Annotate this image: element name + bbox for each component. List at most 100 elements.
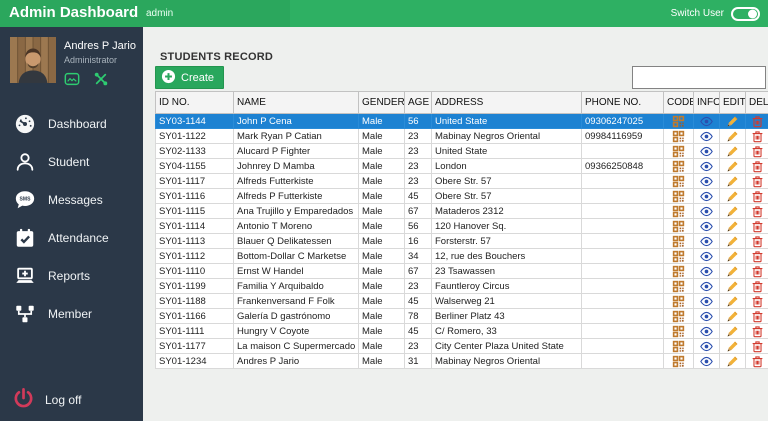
trash-icon[interactable] — [746, 204, 768, 219]
eye-icon[interactable] — [694, 114, 720, 129]
eye-icon[interactable] — [694, 324, 720, 339]
trash-icon[interactable] — [746, 279, 768, 294]
trash-icon[interactable] — [746, 294, 768, 309]
create-button[interactable]: Create — [155, 66, 224, 89]
qr-code-icon[interactable] — [664, 279, 694, 294]
qr-code-icon[interactable] — [664, 264, 694, 279]
eye-icon[interactable] — [694, 219, 720, 234]
trash-icon[interactable] — [746, 354, 768, 369]
trash-icon[interactable] — [746, 189, 768, 204]
pencil-icon[interactable] — [720, 279, 746, 294]
qr-code-icon[interactable] — [664, 129, 694, 144]
search-input[interactable] — [632, 66, 766, 89]
trash-icon[interactable] — [746, 309, 768, 324]
tools-icon[interactable] — [93, 71, 109, 92]
qr-code-icon[interactable] — [664, 204, 694, 219]
eye-icon[interactable] — [694, 279, 720, 294]
sidebar-item-attendance[interactable]: Attendance — [0, 219, 143, 257]
table-row[interactable]: SY01-1111 Hungry V Coyote Male 45 C/ Rom… — [156, 324, 768, 339]
qr-code-icon[interactable] — [664, 294, 694, 309]
pencil-icon[interactable] — [720, 189, 746, 204]
table-row[interactable]: SY01-1116 Alfreds P Futterkiste Male 45 … — [156, 189, 768, 204]
eye-icon[interactable] — [694, 129, 720, 144]
image-icon[interactable] — [64, 71, 80, 92]
switch-user-toggle[interactable] — [731, 7, 760, 21]
qr-code-icon[interactable] — [664, 339, 694, 354]
trash-icon[interactable] — [746, 324, 768, 339]
qr-code-icon[interactable] — [664, 174, 694, 189]
sidebar-item-member[interactable]: Member — [0, 295, 143, 333]
eye-icon[interactable] — [694, 339, 720, 354]
pencil-icon[interactable] — [720, 159, 746, 174]
eye-icon[interactable] — [694, 264, 720, 279]
eye-icon[interactable] — [694, 249, 720, 264]
eye-icon[interactable] — [694, 174, 720, 189]
table-row[interactable]: SY01-1177 La maison C Supermercado Male … — [156, 339, 768, 354]
eye-icon[interactable] — [694, 159, 720, 174]
column-header-code[interactable]: CODE — [664, 92, 694, 114]
trash-icon[interactable] — [746, 114, 768, 129]
trash-icon[interactable] — [746, 219, 768, 234]
table-row[interactable]: SY01-1112 Bottom-Dollar C Marketse Male … — [156, 249, 768, 264]
trash-icon[interactable] — [746, 264, 768, 279]
qr-code-icon[interactable] — [664, 219, 694, 234]
column-header-delete[interactable]: DELETE — [746, 92, 768, 114]
logoff-button[interactable]: Log off — [0, 387, 143, 413]
qr-code-icon[interactable] — [664, 309, 694, 324]
table-row[interactable]: SY01-1188 Frankenversand F Folk Male 45 … — [156, 294, 768, 309]
table-row[interactable]: SY01-1122 Mark Ryan P Catian Male 23 Mab… — [156, 129, 768, 144]
pencil-icon[interactable] — [720, 204, 746, 219]
pencil-icon[interactable] — [720, 219, 746, 234]
column-header-edit[interactable]: EDIT — [720, 92, 746, 114]
eye-icon[interactable] — [694, 204, 720, 219]
trash-icon[interactable] — [746, 159, 768, 174]
table-row[interactable]: SY01-1115 Ana Trujillo y Emparedados Mal… — [156, 204, 768, 219]
qr-code-icon[interactable] — [664, 249, 694, 264]
table-row[interactable]: SY03-1144 John P Cena Male 56 United Sta… — [156, 114, 768, 129]
sidebar-item-reports[interactable]: Reports — [0, 257, 143, 295]
trash-icon[interactable] — [746, 234, 768, 249]
pencil-icon[interactable] — [720, 129, 746, 144]
eye-icon[interactable] — [694, 309, 720, 324]
qr-code-icon[interactable] — [664, 159, 694, 174]
eye-icon[interactable] — [694, 144, 720, 159]
table-row[interactable]: SY04-1155 Johnrey D Mamba Male 23 London… — [156, 159, 768, 174]
qr-code-icon[interactable] — [664, 324, 694, 339]
eye-icon[interactable] — [694, 294, 720, 309]
table-row[interactable]: SY01-1117 Alfreds Futterkiste Male 23 Ob… — [156, 174, 768, 189]
pencil-icon[interactable] — [720, 324, 746, 339]
table-row[interactable]: SY01-1114 Antonio T Moreno Male 56 120 H… — [156, 219, 768, 234]
eye-icon[interactable] — [694, 189, 720, 204]
pencil-icon[interactable] — [720, 294, 746, 309]
qr-code-icon[interactable] — [664, 189, 694, 204]
table-row[interactable]: SY01-1234 Andres P Jario Male 31 Mabinay… — [156, 354, 768, 369]
sidebar-item-student[interactable]: Student — [0, 143, 143, 181]
sidebar-item-dashboard[interactable]: Dashboard — [0, 105, 143, 143]
pencil-icon[interactable] — [720, 234, 746, 249]
pencil-icon[interactable] — [720, 354, 746, 369]
column-header-gender[interactable]: GENDER — [359, 92, 405, 114]
eye-icon[interactable] — [694, 234, 720, 249]
qr-code-icon[interactable] — [664, 144, 694, 159]
eye-icon[interactable] — [694, 354, 720, 369]
column-header-phone[interactable]: PHONE NO. — [582, 92, 664, 114]
qr-code-icon[interactable] — [664, 234, 694, 249]
qr-code-icon[interactable] — [664, 114, 694, 129]
pencil-icon[interactable] — [720, 174, 746, 189]
sidebar-item-messages[interactable]: SMS Messages — [0, 181, 143, 219]
column-header-info[interactable]: INFO — [694, 92, 720, 114]
table-row[interactable]: SY02-1133 Alucard P Fighter Male 23 Unit… — [156, 144, 768, 159]
trash-icon[interactable] — [746, 144, 768, 159]
pencil-icon[interactable] — [720, 339, 746, 354]
table-row[interactable]: SY01-1166 Galería D gastrónomo Male 78 B… — [156, 309, 768, 324]
table-row[interactable]: SY01-1110 Ernst W Handel Male 67 23 Tsaw… — [156, 264, 768, 279]
trash-icon[interactable] — [746, 339, 768, 354]
pencil-icon[interactable] — [720, 249, 746, 264]
qr-code-icon[interactable] — [664, 354, 694, 369]
table-row[interactable]: SY01-1199 Familia Y Arquibaldo Male 23 F… — [156, 279, 768, 294]
trash-icon[interactable] — [746, 249, 768, 264]
column-header-name[interactable]: NAME — [234, 92, 359, 114]
pencil-icon[interactable] — [720, 114, 746, 129]
trash-icon[interactable] — [746, 129, 768, 144]
table-row[interactable]: SY01-1113 Blauer Q Delikatessen Male 16 … — [156, 234, 768, 249]
